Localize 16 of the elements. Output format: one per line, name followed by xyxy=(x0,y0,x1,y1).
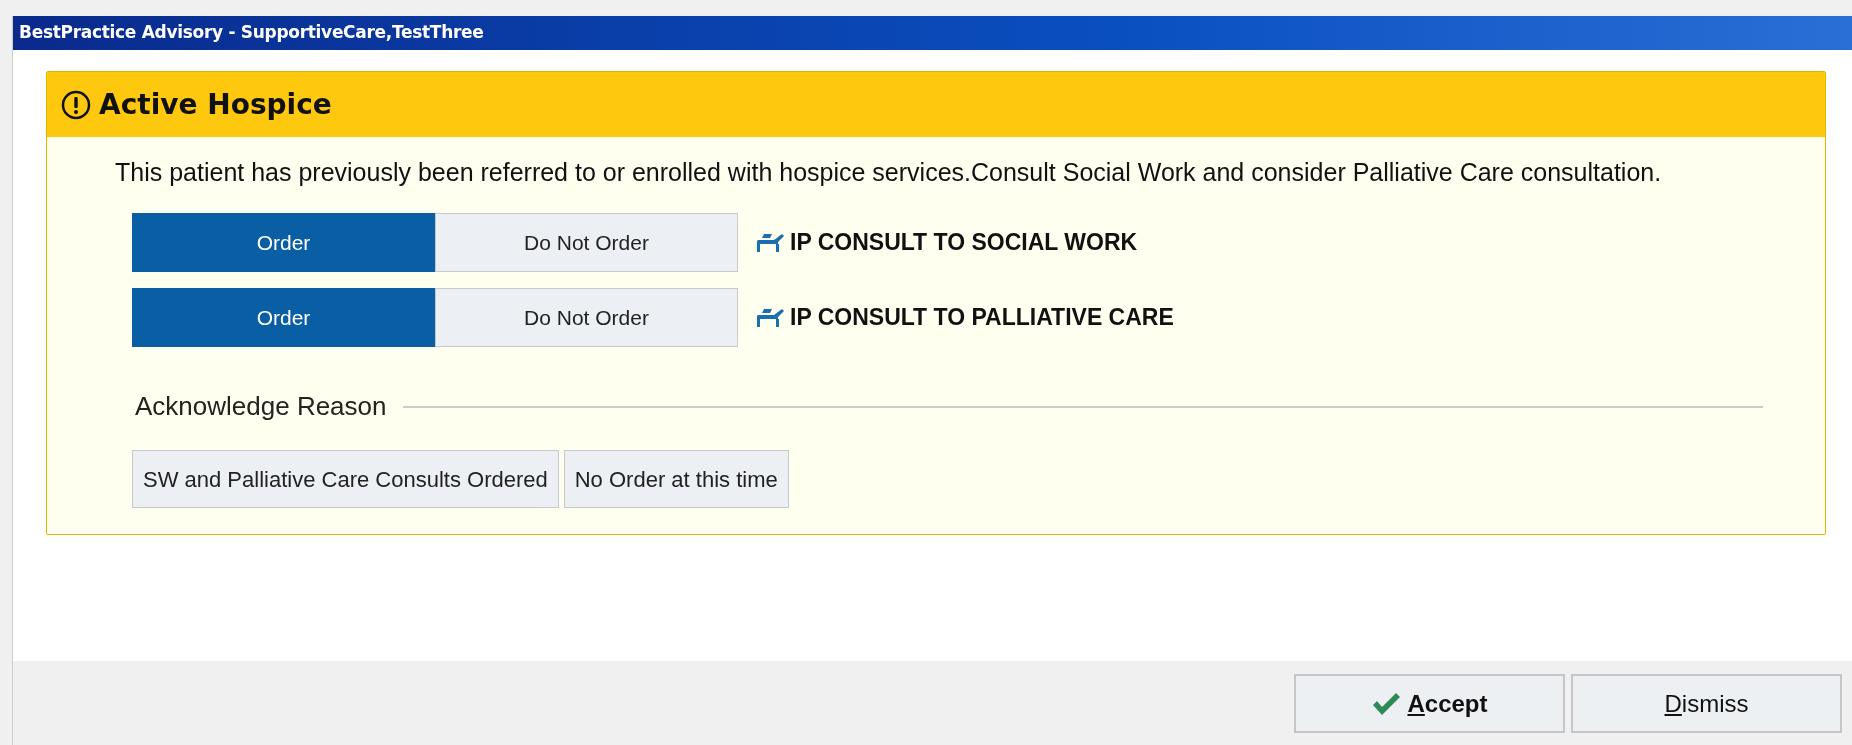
order-button[interactable]: Order xyxy=(132,288,435,347)
checkmark-icon xyxy=(1371,690,1402,717)
reason-button[interactable]: No Order at this time xyxy=(563,450,789,508)
accept-button[interactable]: Accept xyxy=(1294,674,1565,733)
dismiss-button[interactable]: Dismiss xyxy=(1571,674,1842,733)
order-name: IP CONSULT TO PALLIATIVE CARE xyxy=(790,303,1174,333)
warning-icon xyxy=(61,89,91,120)
section-heading: Acknowledge Reason xyxy=(135,390,387,423)
reason-button[interactable]: SW and Palliative Care Consults Ordered xyxy=(132,450,559,508)
do-not-order-button[interactable]: Do Not Order xyxy=(435,213,738,272)
order-name: IP CONSULT TO SOCIAL WORK xyxy=(790,228,1138,258)
window-title: BestPractice Advisory - SupportiveCare,TestThree xyxy=(13,16,1852,50)
do-not-order-button[interactable]: Do Not Order xyxy=(435,288,738,347)
advisory-title: Active Hospice xyxy=(99,86,332,123)
advisory-message: This patient has previously been referred to or enrolled with hospice services.Consult Social Work and consider Palliative Care consultation. xyxy=(115,157,1663,188)
order-button[interactable]: Order xyxy=(132,213,435,272)
